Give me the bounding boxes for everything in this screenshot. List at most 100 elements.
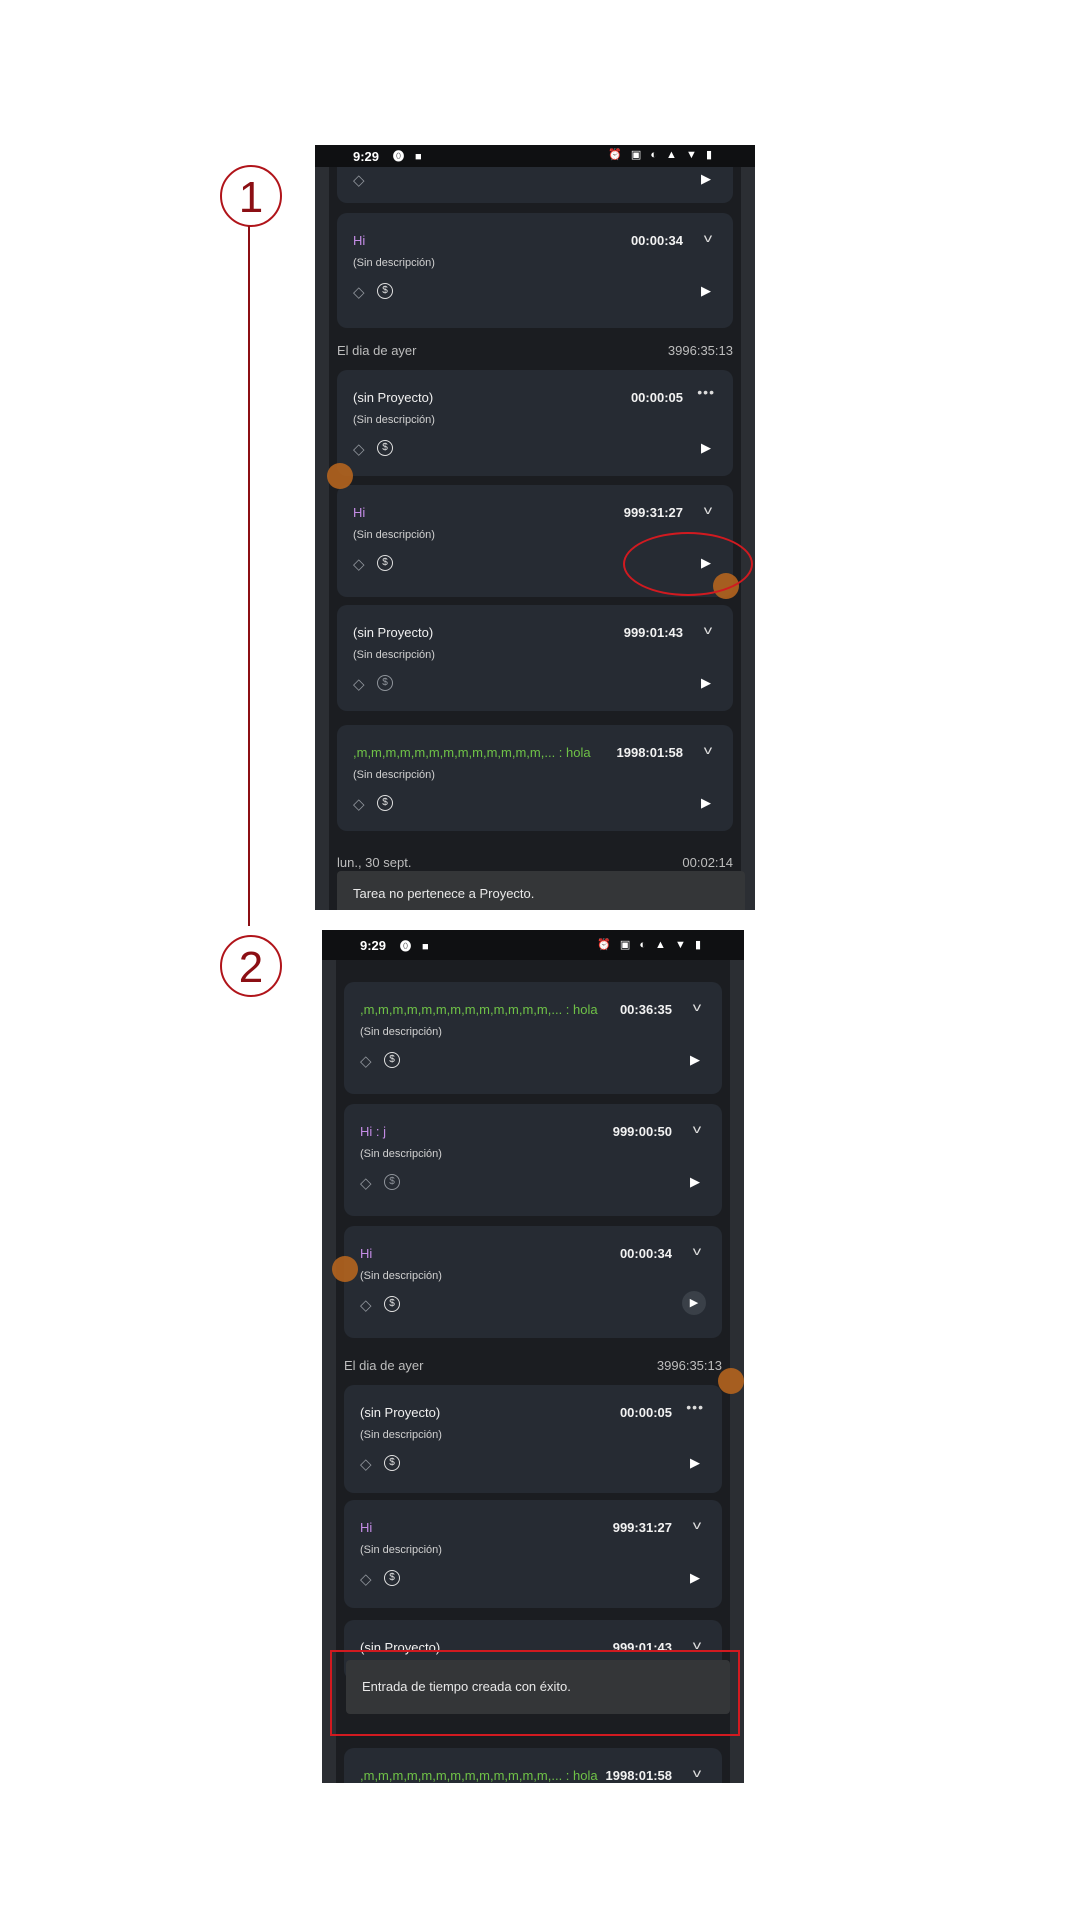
chevron-down-icon[interactable]: v: [693, 1766, 701, 1780]
entry-project: Hi : j: [360, 1124, 386, 1139]
entry-duration: 1998:01:58: [616, 745, 684, 760]
day-section-header: El dia de ayer 3996:35:13: [344, 1358, 722, 1373]
chevron-down-icon[interactable]: v: [704, 231, 712, 245]
tag-icon[interactable]: ◇: [353, 171, 365, 189]
dollar-icon[interactable]: $: [377, 795, 393, 811]
tag-icon[interactable]: ◇: [353, 283, 365, 301]
entry-client: : hola: [562, 1002, 598, 1017]
day-label: El dia de ayer: [337, 343, 417, 358]
chevron-down-icon[interactable]: v: [704, 503, 712, 517]
tag-icon[interactable]: ◇: [360, 1455, 372, 1473]
dollar-icon[interactable]: $: [377, 440, 393, 456]
tag-icon[interactable]: ◇: [360, 1052, 372, 1070]
dollar-icon[interactable]: $: [377, 555, 393, 571]
time-entry-card[interactable]: Hi 00:00:34 v (Sin descripción) ◇ $ ▶: [337, 213, 733, 328]
play-icon[interactable]: ▶: [701, 171, 711, 187]
entry-description: (Sin descripción): [360, 1026, 442, 1038]
clock: 9:29: [353, 149, 380, 164]
notification-icons: ⓿ ■: [400, 941, 433, 953]
dollar-icon[interactable]: $: [377, 283, 393, 299]
status-bar: 9:29 ⓿ ■ ⏰ ▣ ◐ ▲ ▼ ▮: [322, 930, 744, 960]
status-bar: 9:29 ⓿ ■ ⏰ ▣ ◐ ▲ ▼ ▮: [315, 145, 755, 167]
dollar-icon[interactable]: $: [384, 1052, 400, 1068]
play-icon[interactable]: ▶: [690, 1570, 700, 1586]
entry-client: : hola: [555, 745, 591, 760]
tag-icon[interactable]: ◇: [353, 795, 365, 813]
chevron-down-icon[interactable]: v: [693, 1518, 701, 1532]
play-icon[interactable]: ▶: [682, 1291, 706, 1315]
play-icon[interactable]: ▶: [690, 1174, 700, 1190]
screenshot-2: 9:29 ⓿ ■ ⏰ ▣ ◐ ▲ ▼ ▮ ,m,m,m,m,m,m,m,m,m,…: [322, 930, 744, 1783]
day-total: 3996:35:13: [667, 343, 733, 358]
time-entry-card[interactable]: Hi : j 999:00:50 v (Sin descripción) ◇ $…: [344, 1104, 722, 1216]
entry-project: Hi: [353, 505, 366, 520]
snackbar: Tarea no pertenece a Proyecto.: [337, 871, 745, 910]
tag-icon[interactable]: ◇: [360, 1570, 372, 1588]
floating-bubble[interactable]: [327, 463, 353, 489]
tag-icon[interactable]: ◇: [360, 1174, 372, 1192]
tag-icon[interactable]: ◇: [353, 440, 365, 458]
play-icon[interactable]: ▶: [701, 795, 711, 811]
entry-project: Hi: [360, 1246, 373, 1261]
chevron-down-icon[interactable]: v: [693, 1122, 701, 1136]
day-total: 00:02:14: [682, 855, 733, 870]
time-entry-card[interactable]: Hi 999:31:27 v (Sin descripción) ◇ $ ▶: [344, 1500, 722, 1608]
entry-project: (sin Proyecto): [353, 390, 434, 405]
time-entry-card[interactable]: (sin Proyecto) 00:00:05 ••• (Sin descrip…: [344, 1385, 722, 1493]
time-entry-card[interactable]: ,m,m,m,m,m,m,m,m,m,m,m,m,m,... : hola 19…: [337, 725, 733, 831]
entry-client: : hola: [562, 1768, 598, 1783]
floating-bubble[interactable]: [332, 1256, 358, 1282]
system-icons: ⏰ ▣ ◐ ▲ ▼ ▮: [608, 149, 715, 161]
entry-description: (Sin descripción): [360, 1270, 442, 1282]
time-entry-card[interactable]: ,m,m,m,m,m,m,m,m,m,m,m,m,m,... : hola 19…: [344, 1748, 722, 1783]
left-edge-panel: [315, 145, 329, 910]
play-icon[interactable]: ▶: [701, 440, 711, 456]
play-icon[interactable]: ▶: [690, 1052, 700, 1068]
entry-description: (Sin descripción): [360, 1148, 442, 1160]
entry-duration: 00:00:34: [630, 233, 683, 248]
entry-description: (Sin descripción): [353, 529, 435, 541]
chevron-down-icon[interactable]: v: [693, 1244, 701, 1258]
entry-duration: 00:00:05: [630, 390, 683, 405]
tag-icon[interactable]: ◇: [353, 675, 365, 693]
play-icon[interactable]: ▶: [701, 283, 711, 299]
dollar-icon[interactable]: $: [384, 1296, 400, 1312]
entry-description: (Sin descripción): [353, 649, 435, 661]
entry-description: (Sin descripción): [353, 769, 435, 781]
dollar-icon[interactable]: $: [384, 1570, 400, 1586]
entry-duration: 999:01:43: [623, 625, 683, 640]
dollar-icon[interactable]: $: [384, 1174, 400, 1190]
entry-project: (sin Proyecto): [360, 1405, 441, 1420]
chevron-down-icon[interactable]: v: [704, 743, 712, 757]
clock: 9:29: [360, 938, 387, 953]
snackbar-highlight: [330, 1650, 740, 1736]
entry-project: Hi: [360, 1520, 373, 1535]
chevron-down-icon[interactable]: v: [704, 623, 712, 637]
time-entry-card[interactable]: ,m,m,m,m,m,m,m,m,m,m,m,m,m,... : hola 00…: [344, 982, 722, 1094]
more-horizontal-icon[interactable]: •••: [686, 1399, 704, 1415]
notification-icons: ⓿ ■: [393, 151, 426, 163]
system-icons: ⏰ ▣ ◐ ▲ ▼ ▮: [597, 939, 704, 951]
play-icon[interactable]: ▶: [690, 1455, 700, 1471]
day-label: El dia de ayer: [344, 1358, 424, 1373]
entry-duration: 999:31:27: [612, 1520, 672, 1535]
tag-icon[interactable]: ◇: [360, 1296, 372, 1314]
tag-icon[interactable]: ◇: [353, 555, 365, 573]
dollar-icon[interactable]: $: [384, 1455, 400, 1471]
floating-bubble[interactable]: [718, 1368, 744, 1394]
time-entry-card[interactable]: (sin Proyecto) 999:01:43 v (Sin descripc…: [337, 605, 733, 711]
chevron-down-icon[interactable]: v: [693, 1000, 701, 1014]
entry-description: (Sin descripción): [353, 257, 435, 269]
entry-project: ,m,m,m,m,m,m,m,m,m,m,m,m,m,...: [353, 745, 556, 760]
entry-project: (sin Proyecto): [353, 625, 434, 640]
time-entry-card[interactable]: Hi 00:00:34 v (Sin descripción) ◇ $ ▶: [344, 1226, 722, 1338]
entry-duration: 00:00:05: [619, 1405, 672, 1420]
more-horizontal-icon[interactable]: •••: [697, 384, 715, 400]
play-button-highlight: [623, 532, 753, 596]
entry-description: (Sin descripción): [360, 1429, 442, 1441]
play-icon[interactable]: ▶: [701, 675, 711, 691]
day-section-header: El dia de ayer 3996:35:13: [337, 343, 733, 358]
dollar-icon[interactable]: $: [377, 675, 393, 691]
day-total: 3996:35:13: [656, 1358, 722, 1373]
time-entry-card[interactable]: (sin Proyecto) 00:00:05 ••• (Sin descrip…: [337, 370, 733, 476]
